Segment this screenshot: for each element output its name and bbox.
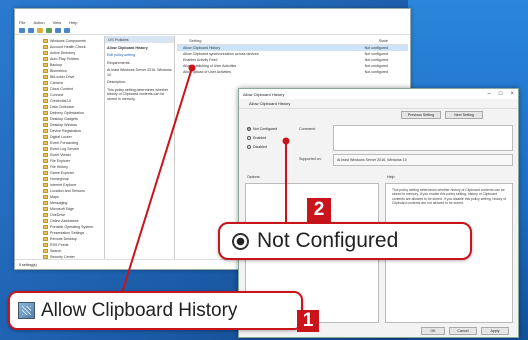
allow-clipboard-label: Allow Clipboard History (41, 299, 238, 321)
pointer-dot-2 (282, 137, 290, 145)
pointer-line-1 (121, 67, 193, 294)
allow-clipboard-callout: Allow Clipboard History (8, 291, 303, 330)
not-configured-label: Not Configured (257, 229, 399, 252)
radio-selected-icon (232, 232, 249, 250)
callout-lines (121, 64, 290, 294)
step-badge-1: 1 (297, 310, 319, 332)
step-badge-2: 2 (307, 198, 331, 222)
not-configured-callout: Not Configured (218, 222, 472, 260)
pointer-dot-1 (188, 64, 196, 72)
policy-setting-icon (18, 302, 35, 319)
